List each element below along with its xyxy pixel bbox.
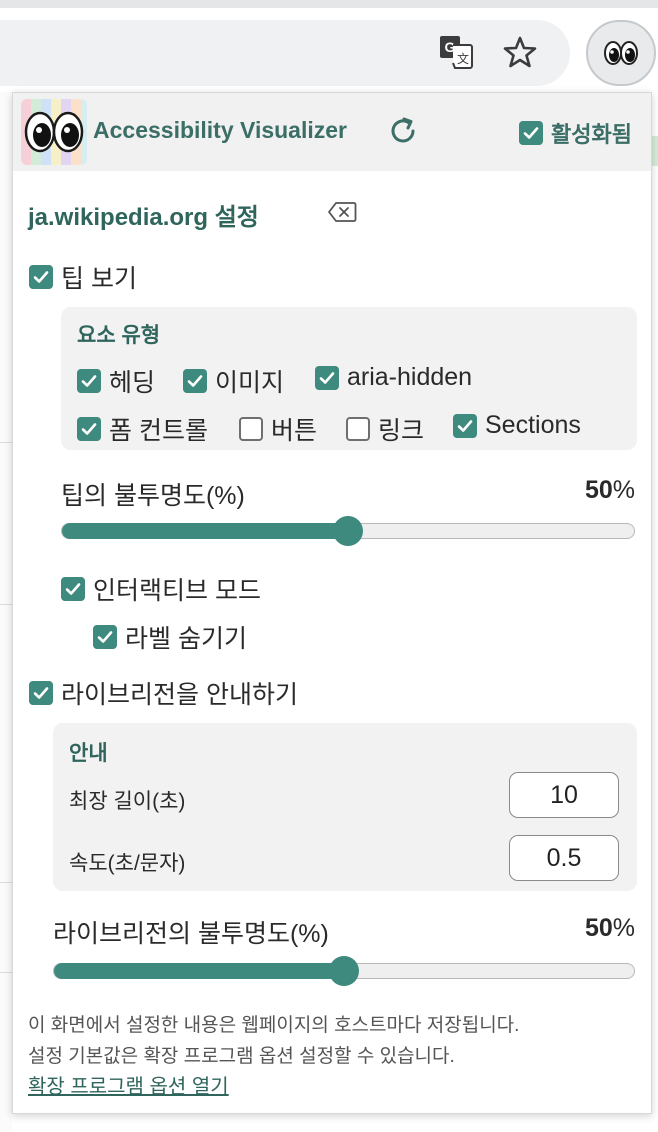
interactive-mode-label: 인터랙티브 모드 [93, 577, 261, 605]
element-type-checkbox[interactable] [453, 413, 477, 438]
slider-thumb[interactable] [329, 956, 359, 986]
element-type-checkbox[interactable] [346, 417, 370, 441]
translate-icon[interactable]: G 文 [434, 30, 478, 74]
slider-thumb[interactable] [333, 516, 363, 546]
app-title: Accessibility Visualizer [93, 117, 347, 143]
extension-popup: Accessibility Visualizer 활성화됨 ja.wikiped… [12, 92, 652, 1114]
interactive-mode-option[interactable]: 인터랙티브 모드 [61, 571, 261, 607]
tip-opacity-label: 팁의 불투명도(%) [61, 482, 245, 510]
element-types-title: 요소 유형 [77, 324, 161, 347]
tab-strip-edge [0, 0, 658, 8]
announce-title: 안내 [69, 742, 108, 765]
speed-label: 속도(초/문자) [69, 852, 186, 875]
show-tips-checkbox[interactable] [29, 265, 53, 289]
enabled-label: 활성화됨 [551, 122, 632, 147]
element-type-label: 버튼 [271, 417, 318, 445]
element-type-checkbox[interactable] [77, 369, 101, 393]
element-types-panel: 요소 유형 헤딩 이미지 aria-hidden 폼 컨트롤 버튼 링크 Sec… [61, 307, 637, 450]
live-region-checkbox[interactable] [29, 681, 53, 705]
live-region-opacity-value: 50% [584, 914, 635, 942]
bookmark-star-icon[interactable] [498, 30, 542, 74]
element-type-image[interactable]: 이미지 [183, 363, 284, 399]
open-options-link[interactable]: 확장 프로그램 옵션 열기 [28, 1070, 229, 1099]
max-length-input[interactable] [509, 772, 619, 818]
browser-toolbar: G 文 [0, 0, 658, 92]
element-type-label: 이미지 [215, 369, 285, 397]
clear-settings-icon[interactable] [327, 201, 357, 223]
app-logo [21, 99, 87, 165]
defaults-note: 설정 기본값은 확장 프로그램 옵션 설정할 수 있습니다. [28, 1046, 455, 1067]
element-type-checkbox[interactable] [239, 417, 263, 441]
element-type-sections[interactable]: Sections [453, 411, 581, 440]
extension-button[interactable] [586, 20, 656, 86]
element-type-checkbox[interactable] [315, 365, 339, 390]
slider-fill [54, 963, 344, 979]
popup-header: Accessibility Visualizer 활성화됨 [13, 93, 651, 171]
live-region-opacity-label: 라이브리전의 불투명도(%) [53, 920, 329, 948]
show-tips-label: 팁 보기 [61, 265, 137, 293]
hide-labels-label: 라벨 숨기기 [125, 625, 247, 653]
live-region-label: 라이브리전을 안내하기 [61, 681, 298, 709]
address-bar[interactable] [0, 20, 570, 86]
site-settings-title: ja.wikipedia.org 설정 [28, 204, 259, 231]
announce-panel: 안내 최장 길이(초) 속도(초/문자) [53, 723, 637, 891]
element-type-checkbox[interactable] [183, 369, 207, 393]
element-type-label: aria-hidden [347, 363, 473, 391]
element-type-heading[interactable]: 헤딩 [77, 363, 155, 399]
element-type-button[interactable]: 버튼 [239, 411, 317, 447]
reload-icon[interactable] [387, 115, 419, 147]
slider-fill [62, 523, 348, 539]
hide-labels-option[interactable]: 라벨 숨기기 [93, 619, 247, 655]
live-region-option[interactable]: 라이브리전을 안내하기 [29, 675, 298, 711]
show-tips-option[interactable]: 팁 보기 [29, 259, 137, 295]
background-page [0, 92, 12, 1132]
svg-text:文: 文 [457, 51, 469, 66]
tip-opacity-value: 50% [584, 476, 635, 504]
hide-labels-checkbox[interactable] [93, 625, 117, 649]
live-region-opacity-slider[interactable] [53, 956, 635, 986]
background-page-right [652, 92, 658, 1132]
element-type-form-control[interactable]: 폼 컨트롤 [77, 411, 208, 447]
host-note: 이 화면에서 설정한 내용은 웹페이지의 호스트마다 저장됩니다. [28, 1015, 520, 1036]
enabled-checkbox[interactable] [519, 121, 543, 145]
element-type-label: 헤딩 [109, 369, 156, 397]
element-type-link[interactable]: 링크 [346, 411, 424, 447]
enabled-toggle[interactable]: 활성화됨 [519, 117, 632, 149]
max-length-label: 최장 길이(초) [69, 790, 186, 813]
element-type-checkbox[interactable] [77, 417, 101, 441]
eyes-icon [604, 41, 638, 65]
element-type-aria-hidden[interactable]: aria-hidden [315, 363, 472, 392]
tip-opacity-slider[interactable] [61, 516, 635, 546]
element-type-label: Sections [485, 411, 581, 439]
speed-input[interactable] [509, 835, 619, 881]
interactive-mode-checkbox[interactable] [61, 577, 85, 601]
element-type-label: 폼 컨트롤 [109, 417, 208, 445]
element-type-label: 링크 [378, 417, 425, 445]
